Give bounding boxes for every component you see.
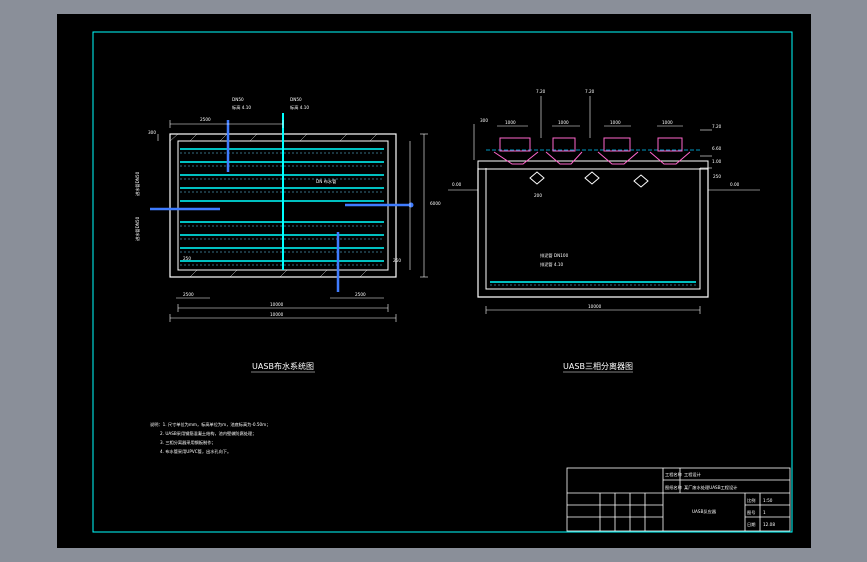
note-item-3: 3. 三相分离器采用钢板制作； — [160, 439, 216, 446]
scale-label: 比例 — [747, 497, 755, 504]
note-item-4: 4. 布水管采用UPVC管，出水孔向下。 — [160, 448, 231, 455]
dim-top-height: 300 — [148, 130, 156, 135]
hood-width-2: 1000 — [558, 120, 569, 125]
hood-width-4: 1000 — [662, 120, 673, 125]
ground-elev-right: 0.00 — [730, 182, 740, 187]
baffle-offset-dim: 200 — [534, 193, 542, 198]
note-item-1: 说明：1. 尺寸单位为mm，标高单位为m，池底标高为-0.50m； — [150, 421, 270, 428]
project-label: 工程名称 — [665, 471, 682, 478]
left-height-dim: 300 — [480, 118, 488, 123]
pipe-note-top-left: 标高 4.10 — [232, 104, 251, 111]
project-value: 工程设计 — [684, 471, 701, 478]
top-elev-1: 7.20 — [536, 89, 546, 94]
left-drawing-title: UASB布水系统图 — [252, 361, 314, 371]
elev-right-low: 1.00 — [712, 159, 722, 164]
drawing-name: UASB反应器 — [692, 508, 717, 515]
dim-right-side-span: 6000 — [430, 201, 441, 206]
sludge-pipe-label: 排泥管 DN100 — [540, 252, 569, 259]
pipe-note-top-right: 标高 4.10 — [290, 104, 309, 111]
dim-right-offset: 2500 — [355, 292, 366, 297]
sheet-value: 1 — [763, 510, 766, 515]
hood-width-3: 1000 — [610, 120, 621, 125]
center-pipe-label: DN 布水管 — [316, 178, 336, 185]
sludge-pipe-note: 排泥管 4.10 — [540, 261, 564, 268]
dim-left-spacing: 250 — [183, 256, 191, 261]
right-drawing-title: UASB三相分离器图 — [563, 361, 633, 371]
dim-left-offset: 2500 — [183, 292, 194, 297]
pipe-label-top-left: DN50 — [232, 97, 244, 102]
scale-value: 1:50 — [763, 498, 773, 503]
inlet-flange-right — [408, 202, 414, 208]
pipe-label-top-right: DN50 — [290, 97, 302, 102]
inlet-label-left-upper: 进水管DN50 — [134, 171, 141, 196]
dim-top-left-span: 2500 — [200, 117, 211, 122]
ground-elev-left: 0.00 — [452, 182, 462, 187]
dim-bottom-spacing: 250 — [393, 258, 401, 263]
date-value: 12.08 — [763, 522, 775, 527]
item-value: 某厂废水处理UASB工程设计 — [684, 484, 737, 491]
dim-inner-width: 10000 — [270, 302, 284, 307]
cad-drawing-canvas: 2500 DN50 标高 4.10 DN50 标高 4.10 DN 布水管 30… — [57, 14, 811, 548]
hood-width-1: 1000 — [505, 120, 516, 125]
top-elev-2: 7.20 — [585, 89, 595, 94]
item-label: 图纸名称 — [665, 484, 682, 491]
right-overall-width: 10000 — [588, 304, 602, 309]
dim-overall-width: 10000 — [270, 312, 284, 317]
elev-right-top: 7.20 — [712, 124, 722, 129]
elev-right-mid: 6.60 — [712, 146, 722, 151]
side-spacing-dim: 250 — [713, 174, 721, 179]
note-item-2: 2. UASB采用钢筋混凝土结构，池内壁做防腐处理； — [160, 430, 256, 437]
inlet-label-left-lower: 进水管DN50 — [134, 216, 141, 241]
